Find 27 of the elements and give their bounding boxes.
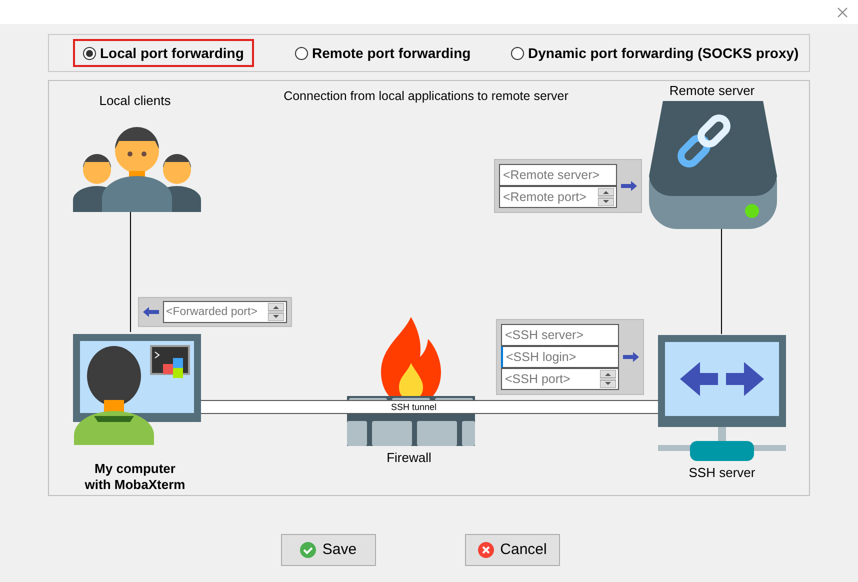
node-label: Remote server — [668, 83, 756, 99]
input-field[interactable]: <SSH port> — [501, 368, 619, 390]
input-field[interactable]: <Remote server> — [499, 164, 617, 186]
spinner-control[interactable] — [600, 370, 616, 388]
spinner-control[interactable] — [268, 303, 284, 321]
spinner-control[interactable] — [598, 188, 614, 206]
dialog-button[interactable]: Cancel — [465, 534, 560, 566]
close-icon[interactable] — [837, 6, 848, 18]
input-field[interactable]: <SSH server> — [501, 324, 619, 346]
right-arrow-icon — [623, 352, 639, 362]
input-field[interactable]: <SSH login> — [501, 346, 619, 368]
check-icon — [300, 542, 316, 558]
node-label: SSH server — [688, 465, 756, 481]
tunnel-label: SSH tunnel — [391, 401, 437, 413]
input-field[interactable]: <Forwarded port> — [163, 301, 287, 323]
input-field[interactable]: <Remote port> — [499, 186, 617, 208]
node-label: Local clients — [98, 93, 172, 109]
right-arrow-icon — [621, 181, 637, 191]
dialog-button[interactable]: Save — [281, 534, 376, 566]
node-label: My computer with MobaXterm — [84, 461, 186, 493]
left-arrow-icon — [143, 307, 159, 317]
diagram-caption: Connection from local applications to remote server — [282, 88, 570, 104]
close-icon — [478, 542, 494, 558]
radio-option[interactable]: Dynamic port forwarding (SOCKS proxy) — [501, 39, 809, 67]
node-label: Firewall — [386, 450, 432, 466]
radio-option[interactable]: Local port forwarding — [73, 39, 254, 67]
radio-option[interactable]: Remote port forwarding — [285, 39, 481, 67]
